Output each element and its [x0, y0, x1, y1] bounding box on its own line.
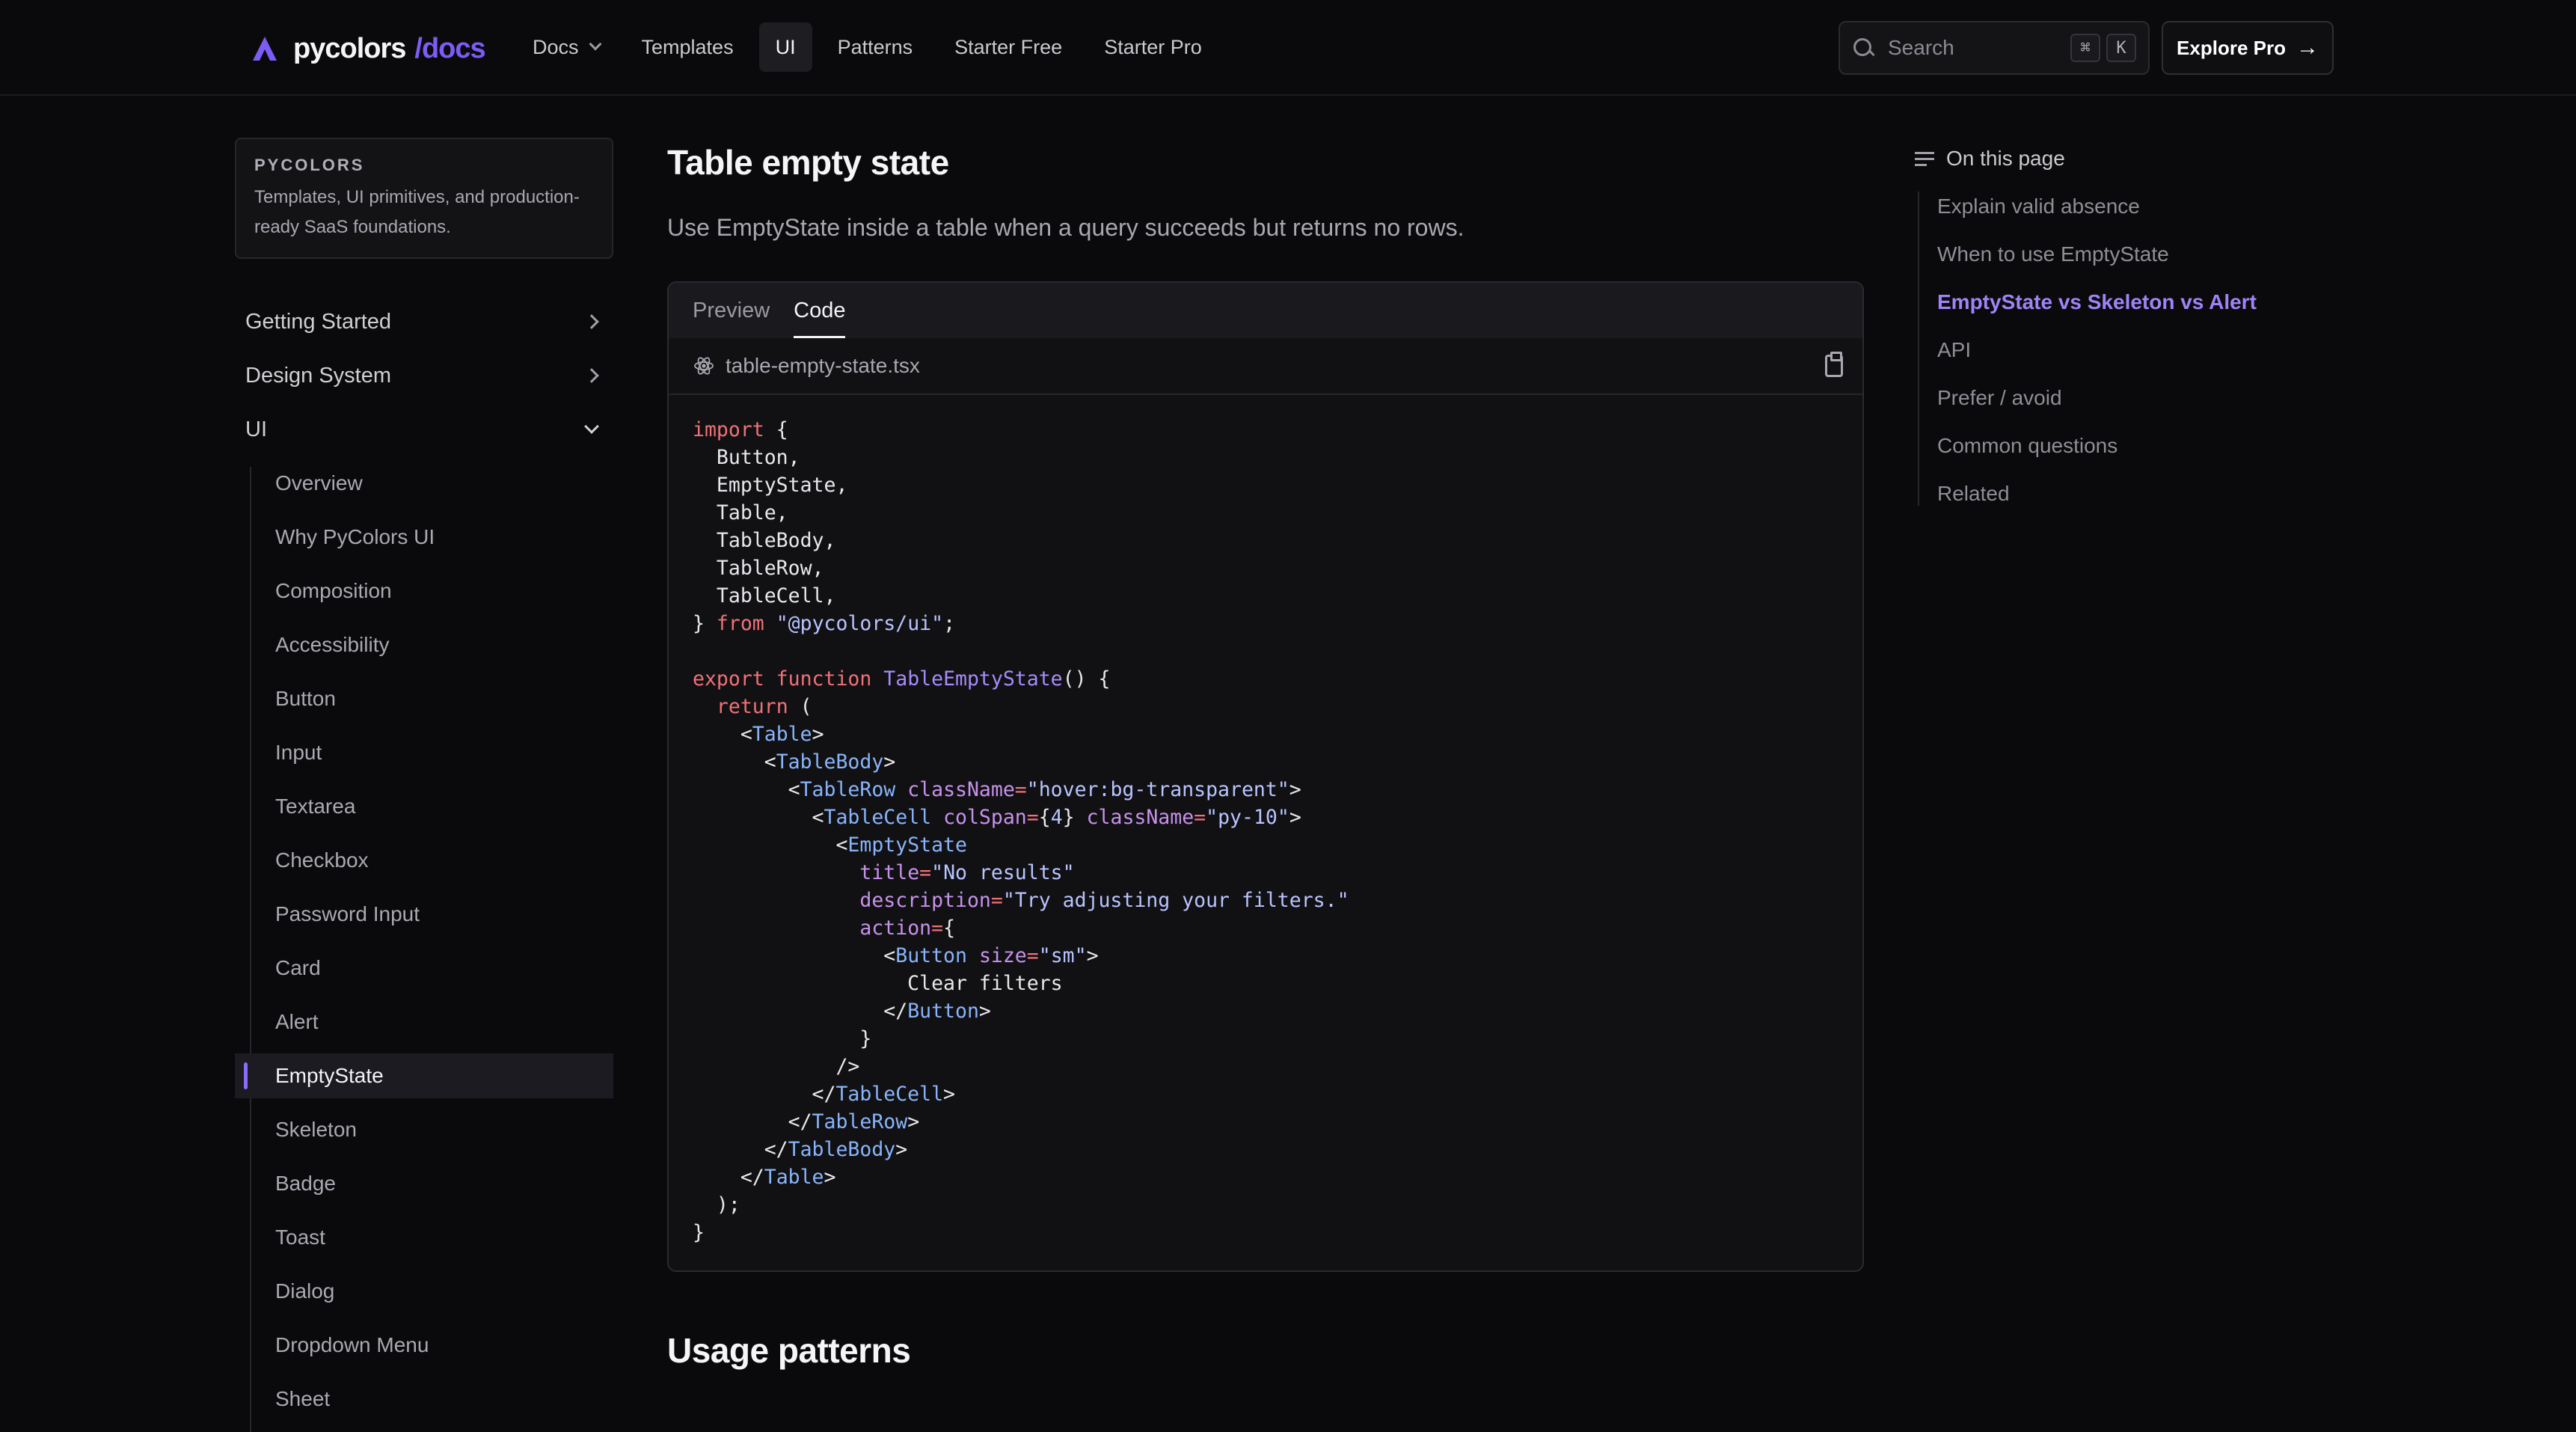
sidebar-item-sheet[interactable]: Sheet — [275, 1377, 330, 1422]
usage-patterns-heading: Usage patterns — [667, 1331, 911, 1370]
chevron-right-icon — [584, 368, 599, 383]
toc-link[interactable]: Prefer / avoid — [1937, 382, 2062, 414]
sidebar-item-dialog[interactable]: Dialog — [275, 1269, 334, 1314]
brand-description: Templates, UI primitives, and production… — [254, 187, 580, 237]
react-icon — [694, 357, 714, 375]
toc-guide-line — [1918, 192, 1919, 506]
toc-link[interactable]: When to use EmptyState — [1937, 238, 2169, 271]
section-title: Table empty state — [667, 143, 949, 182]
file-name: table-empty-state.tsx — [726, 354, 920, 377]
nav-patterns[interactable]: Patterns — [821, 22, 930, 72]
shortcut-key-k: K — [2106, 34, 2136, 62]
shortcut-key-cmd: ⌘ — [2070, 34, 2100, 62]
nav-starter-pro[interactable]: Starter Pro — [1088, 22, 1218, 72]
sidebar-item-input[interactable]: Input — [275, 730, 322, 775]
copy-clipboard-icon[interactable] — [1825, 352, 1843, 377]
sidebar-item-skeleton[interactable]: Skeleton — [275, 1107, 357, 1152]
explore-pro-label: Explore Pro — [2177, 36, 2286, 59]
sidebar-item-textarea[interactable]: Textarea — [275, 784, 355, 829]
sidebar-item-toast[interactable]: Toast — [275, 1215, 325, 1260]
top-navbar: pycolors /docs Docs Templates UI Pattern… — [0, 0, 2576, 96]
logo-mark-icon — [253, 37, 277, 61]
section-label: Getting Started — [245, 309, 392, 334]
explore-pro-button[interactable]: Explore Pro → — [2162, 21, 2334, 75]
submenu-guide-line — [250, 467, 251, 1432]
sidebar-item-why-pycolors-ui[interactable]: Why PyColors UI — [275, 515, 435, 560]
sidebar-item-card[interactable]: Card — [275, 946, 321, 991]
nav-ui[interactable]: UI — [758, 22, 812, 72]
chevron-down-icon — [589, 37, 602, 51]
nav-docs[interactable]: Docs — [516, 22, 616, 72]
list-icon — [1915, 150, 1936, 167]
tab-code[interactable]: Code — [794, 283, 846, 338]
brand-card: PYCOLORS Templates, UI primitives, and p… — [235, 138, 613, 259]
sidebar-item-badge[interactable]: Badge — [275, 1161, 336, 1206]
chevron-right-icon — [584, 314, 599, 329]
toc-link[interactable]: EmptyState vs Skeleton vs Alert — [1937, 286, 2257, 319]
tab-preview[interactable]: Preview — [693, 283, 770, 338]
sidebar-item-checkbox[interactable]: Checkbox — [275, 838, 369, 883]
table-of-contents: On this page Explain valid absence When t… — [1915, 142, 2364, 506]
toc-link[interactable]: Explain valid absence — [1937, 190, 2140, 223]
sidebar: PYCOLORS Templates, UI primitives, and p… — [233, 96, 615, 1432]
sidebar-section-getting-started[interactable]: Getting Started — [245, 299, 612, 344]
logo[interactable]: pycolors /docs — [250, 30, 486, 67]
file-header: table-empty-state.tsx — [669, 338, 1862, 395]
logo-suffix: /docs — [414, 32, 485, 64]
toc-heading: On this page — [1915, 142, 2364, 175]
sidebar-item-alert[interactable]: Alert — [275, 1000, 319, 1044]
sidebar-item-emptystate[interactable]: EmptyState — [235, 1053, 613, 1098]
code-block: import { Button, EmptyState, Table, Tabl… — [693, 418, 1349, 1244]
nav-starter-free[interactable]: Starter Free — [938, 22, 1079, 72]
search-placeholder: Search — [1888, 36, 1954, 59]
toc-link[interactable]: Common questions — [1937, 429, 2117, 462]
section-lead: Use EmptyState inside a table when a que… — [667, 214, 1465, 241]
toc-link[interactable]: Related — [1937, 477, 2010, 510]
sidebar-section-ui[interactable]: UI — [245, 407, 612, 452]
chevron-down-icon — [584, 419, 599, 434]
search-input[interactable]: Search ⌘ K — [1839, 21, 2150, 75]
section-label: Design System — [245, 363, 392, 388]
sidebar-item-button[interactable]: Button — [275, 676, 336, 721]
search-icon — [1852, 37, 1874, 59]
example-tabs: Preview Code — [669, 283, 1862, 338]
sidebar-item-password-input[interactable]: Password Input — [275, 892, 420, 937]
nav-docs-label: Docs — [533, 35, 579, 58]
brand-title: PYCOLORS — [254, 156, 365, 174]
toc-link[interactable]: API — [1937, 334, 1971, 367]
sidebar-item-dropdown-menu[interactable]: Dropdown Menu — [275, 1323, 429, 1368]
logo-text: pycolors — [293, 32, 406, 64]
toc-heading-label: On this page — [1946, 147, 2065, 170]
sidebar-section-design-system[interactable]: Design System — [245, 353, 612, 398]
sidebar-item-overview[interactable]: Overview — [275, 461, 363, 506]
sidebar-item-accessibility[interactable]: Accessibility — [275, 622, 389, 667]
sidebar-item-composition[interactable]: Composition — [275, 569, 392, 614]
arrow-right-icon: → — [2296, 35, 2319, 60]
main-nav: Docs Templates UI Patterns Starter Free … — [516, 22, 1227, 72]
section-label: UI — [245, 417, 267, 441]
code-example-card: Preview Code table-empty-state.tsx impor… — [667, 281, 1864, 1272]
nav-templates[interactable]: Templates — [625, 22, 750, 72]
